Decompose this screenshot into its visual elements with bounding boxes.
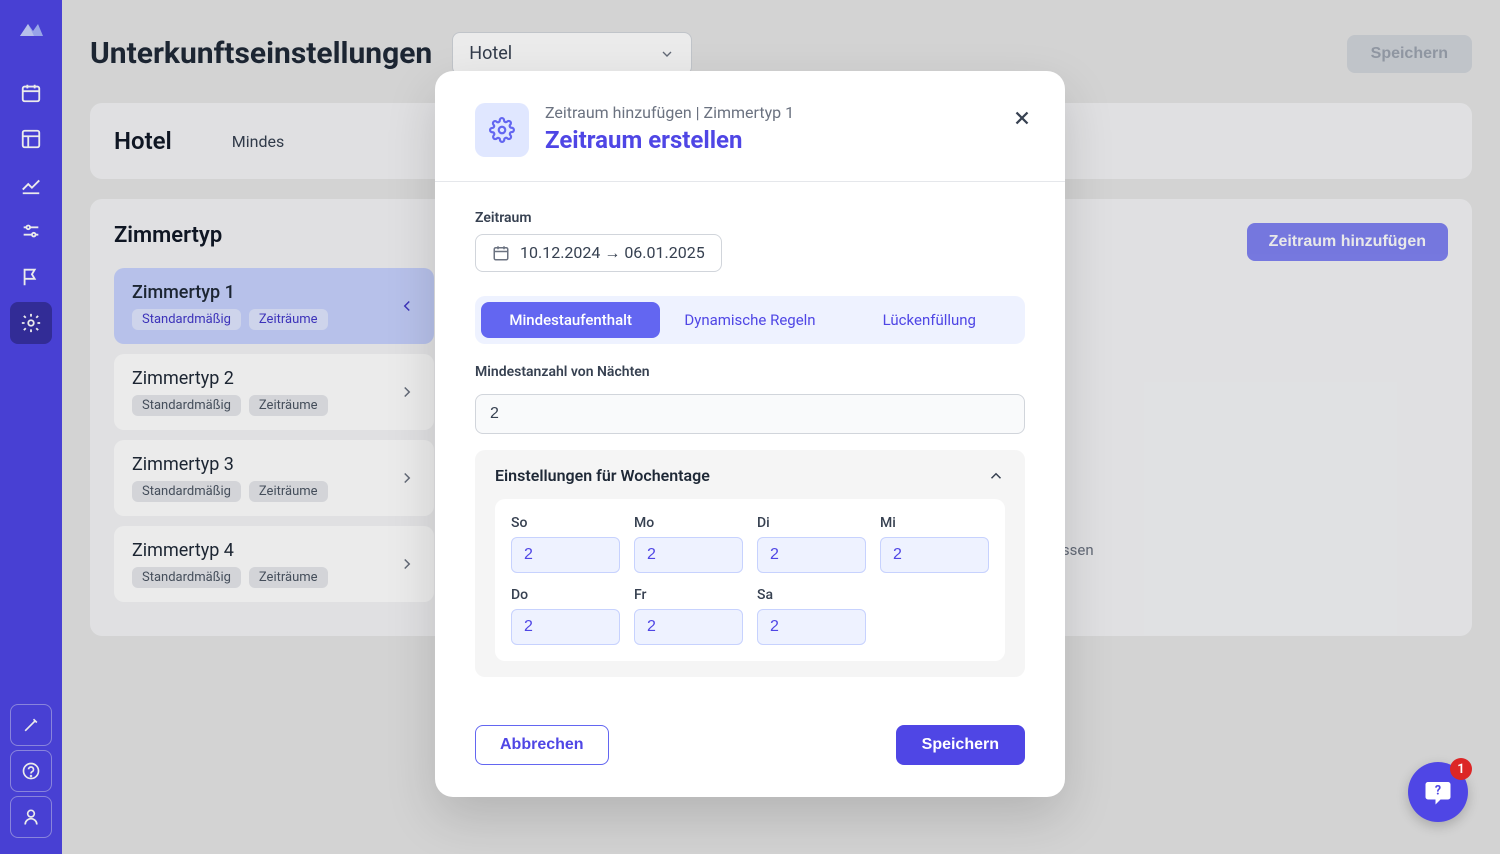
tab-lueckenfuellung[interactable]: Lückenfüllung	[840, 302, 1019, 338]
tab-mindestaufenthalt[interactable]: Mindestaufenthalt	[481, 302, 660, 338]
tab-group: Mindestaufenthalt Dynamische Regeln Lück…	[475, 296, 1025, 344]
modal-breadcrumb: Zeitraum hinzufügen | Zimmertyp 1	[545, 103, 794, 122]
zeitraum-label: Zeitraum	[475, 210, 1025, 226]
chat-icon: ?	[1423, 777, 1453, 807]
weekday-item: Do	[511, 587, 620, 645]
weekday-input[interactable]	[511, 609, 620, 645]
weekdays-grid: So Mo Di Mi Do Fr Sa	[495, 499, 1005, 661]
weekday-label: So	[511, 515, 620, 531]
nights-input[interactable]	[475, 394, 1025, 434]
weekday-label: Do	[511, 587, 620, 603]
weekdays-panel: Einstellungen für Wochentage So Mo Di Mi Do F…	[475, 450, 1025, 677]
zeitraum-modal: Zeitraum hinzufügen | Zimmertyp 1 Zeitra…	[435, 71, 1065, 797]
weekday-item: So	[511, 515, 620, 573]
weekday-label: Sa	[757, 587, 866, 603]
weekday-input[interactable]	[634, 537, 743, 573]
save-button[interactable]: Speichern	[896, 725, 1025, 765]
weekday-input[interactable]	[757, 609, 866, 645]
modal-body: Zeitraum 10.12.2024 → 06.01.2025 Mindest…	[435, 182, 1065, 705]
modal-footer: Abbrechen Speichern	[435, 705, 1065, 797]
weekday-label: Di	[757, 515, 866, 531]
weekday-item: Di	[757, 515, 866, 573]
tab-dynamische-regeln[interactable]: Dynamische Regeln	[660, 302, 839, 338]
weekday-item: Mi	[880, 515, 989, 573]
weekday-item: Fr	[634, 587, 743, 645]
weekday-label: Mo	[634, 515, 743, 531]
modal-gear-icon	[475, 103, 529, 157]
weekday-input[interactable]	[634, 609, 743, 645]
date-range-text: 10.12.2024 → 06.01.2025	[520, 243, 705, 263]
weekday-item: Mo	[634, 515, 743, 573]
help-badge: 1	[1450, 758, 1472, 780]
modal-header: Zeitraum hinzufügen | Zimmertyp 1 Zeitra…	[435, 71, 1065, 182]
weekdays-toggle[interactable]: Einstellungen für Wochentage	[495, 466, 1005, 485]
weekday-item: Sa	[757, 587, 866, 645]
close-icon[interactable]	[1011, 107, 1033, 129]
nights-label: Mindestanzahl von Nächten	[475, 364, 1025, 380]
weekday-input[interactable]	[511, 537, 620, 573]
help-fab[interactable]: ? 1	[1408, 762, 1468, 822]
date-range-input[interactable]: 10.12.2024 → 06.01.2025	[475, 234, 722, 272]
modal-title: Zeitraum erstellen	[545, 126, 794, 154]
weekday-label: Fr	[634, 587, 743, 603]
weekday-input[interactable]	[880, 537, 989, 573]
weekday-input[interactable]	[757, 537, 866, 573]
svg-text:?: ?	[1435, 784, 1441, 799]
cancel-button[interactable]: Abbrechen	[475, 725, 609, 765]
weekdays-title: Einstellungen für Wochentage	[495, 466, 710, 485]
calendar-icon	[492, 244, 510, 262]
weekday-label: Mi	[880, 515, 989, 531]
chevron-up-icon	[987, 467, 1005, 485]
